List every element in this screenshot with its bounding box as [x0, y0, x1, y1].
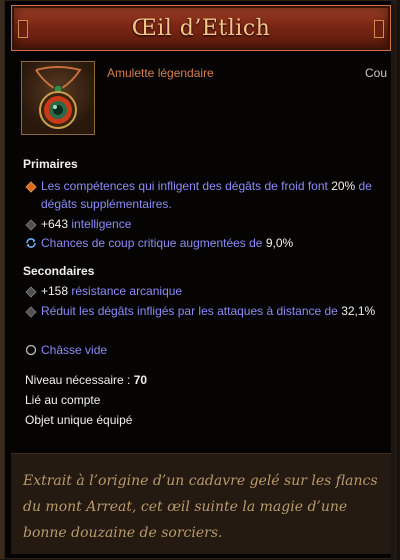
- item-name: Œil d’Etlich: [131, 15, 271, 41]
- secondary-stat-arcane-resist: +158 résistance arcanique: [41, 282, 381, 300]
- primary-stat-crit-chance: Chances de coup critique augmentées de 9…: [41, 234, 381, 252]
- primary-section-title: Primaires: [23, 157, 78, 171]
- item-header: Amulette légendaire Cou: [21, 61, 387, 141]
- item-tooltip: Œil d’Etlich Amulette légendaire Cou Pri…: [4, 0, 396, 560]
- stat-value: 32,1%: [341, 304, 376, 318]
- level-value: 70: [133, 373, 148, 387]
- level-label: Niveau nécessaire :: [25, 373, 134, 387]
- stat-text: résistance arcanique: [68, 284, 183, 298]
- primary-stat-intelligence: +643 intelligence: [41, 215, 381, 233]
- stat-text: Réduit les dégâts infligés par les attaq…: [41, 304, 342, 318]
- unique-equipped: Objet unique équipé: [25, 413, 133, 427]
- stat-value: +643: [41, 217, 69, 231]
- stat-text: intelligence: [68, 217, 132, 231]
- gray-diamond-bullet-icon: [25, 306, 37, 318]
- stat-text: Châsse vide: [41, 343, 108, 357]
- secondary-empty-socket: Châsse vide: [41, 341, 381, 359]
- stat-value: 20%: [331, 179, 356, 193]
- title-ornament-left: [18, 20, 28, 38]
- stat-value: 9,0%: [265, 236, 294, 250]
- empty-socket-icon: [25, 344, 37, 356]
- reroll-arrows-icon: [26, 238, 36, 248]
- secondary-section-title: Secondaires: [23, 264, 95, 278]
- tooltip-edge-right: [391, 1, 395, 560]
- amulet-icon: [35, 66, 82, 129]
- item-slot: Cou: [364, 66, 387, 80]
- primary-stat-cold-damage: Les compétences qui infligent des dégâts…: [41, 177, 381, 213]
- flavor-panel: Extrait à l’origine d’un cadavre gelé su…: [11, 453, 391, 554]
- stat-text: Les compétences qui infligent des dégâts…: [41, 179, 332, 193]
- gray-diamond-bullet-icon: [25, 286, 37, 298]
- level-requirement: Niveau nécessaire : 70: [25, 373, 147, 387]
- item-title-bar: Œil d’Etlich: [11, 5, 391, 51]
- bound-account: Lié au compte: [25, 393, 101, 407]
- secondary-stat-ranged-reduction: Réduit les dégâts infligés par les attaq…: [41, 302, 381, 320]
- gray-diamond-bullet-icon: [25, 219, 37, 231]
- item-icon-frame[interactable]: [21, 61, 95, 135]
- flavor-text: Extrait à l’origine d’un cadavre gelé su…: [23, 473, 378, 541]
- stat-value: +158: [41, 284, 69, 298]
- item-type: Amulette légendaire: [107, 66, 214, 80]
- orange-diamond-bullet-icon: [25, 181, 37, 193]
- title-ornament-right: [374, 20, 384, 38]
- stat-text: Chances de coup critique augmentées de: [41, 236, 266, 250]
